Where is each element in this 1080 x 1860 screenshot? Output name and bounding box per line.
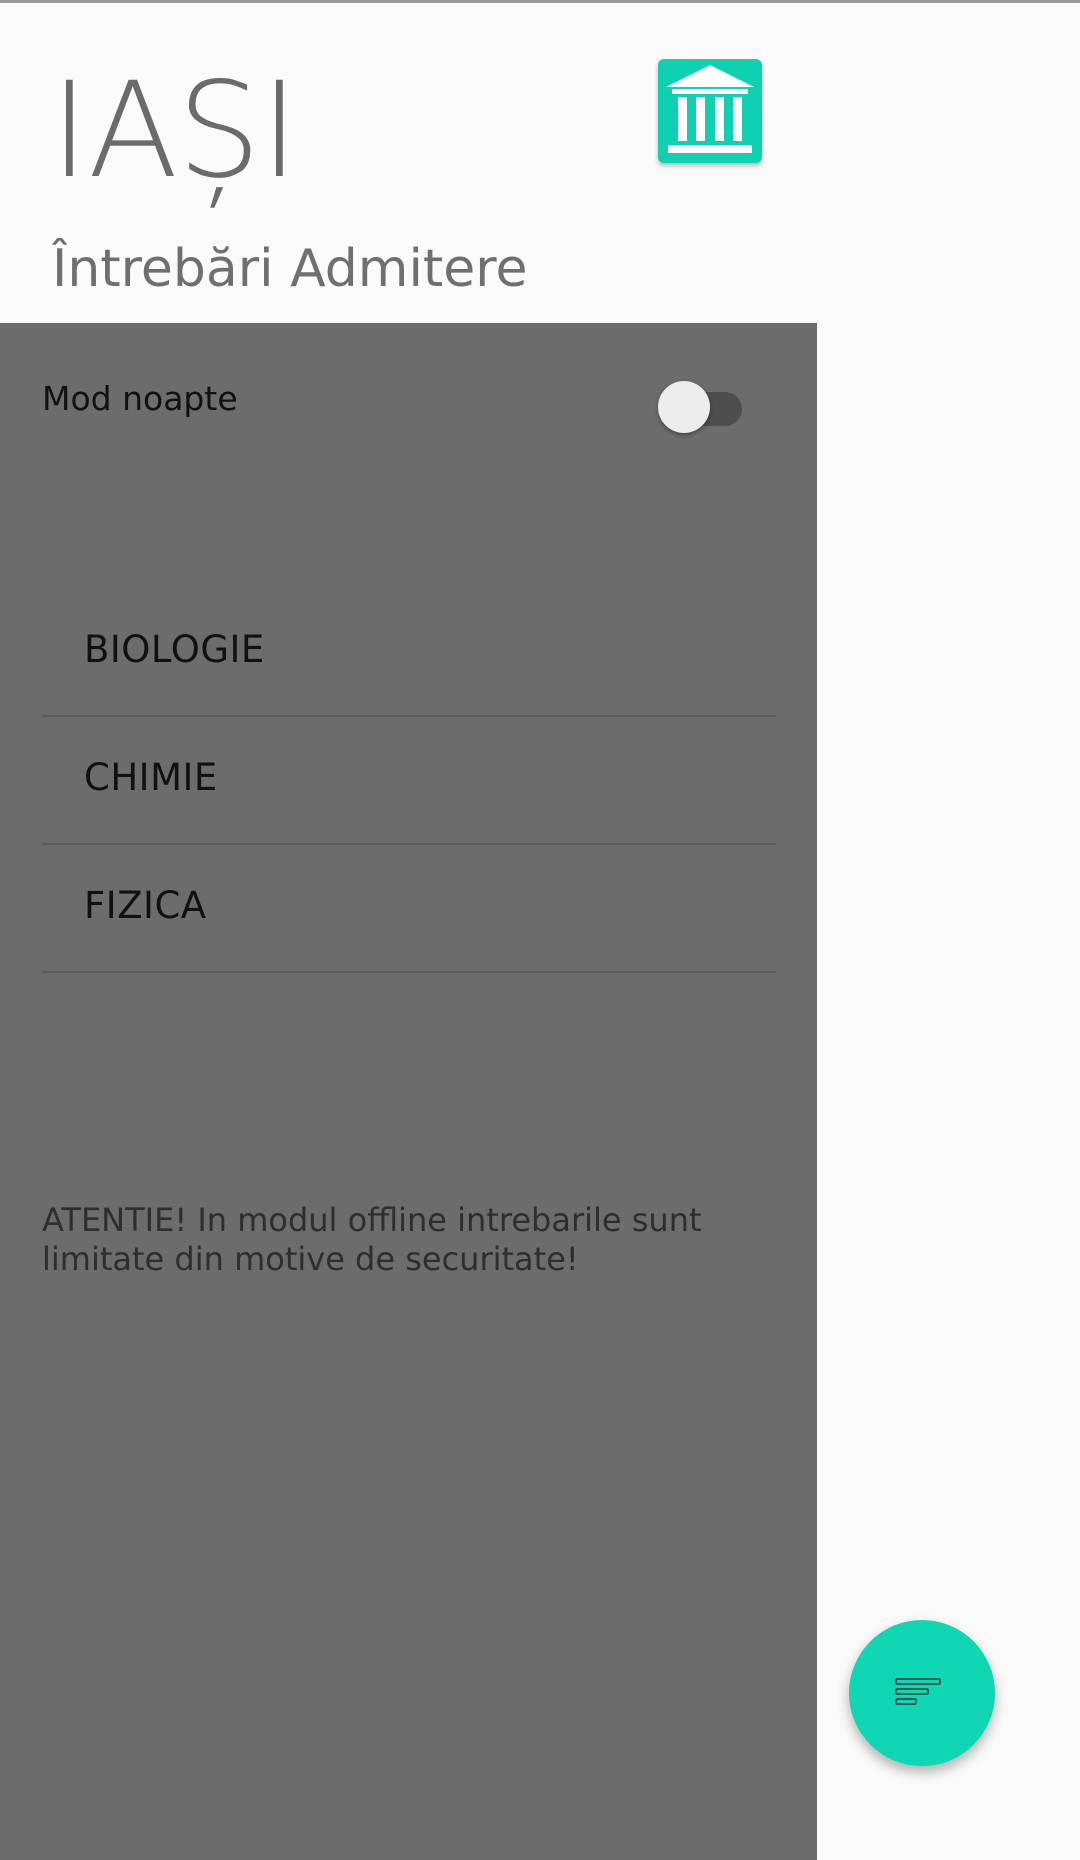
- university-building-icon: [658, 59, 762, 163]
- subject-label: FIZICA: [84, 884, 207, 927]
- app-header: IAȘI Întrebări Admitere: [0, 3, 1080, 323]
- subject-item-fizica[interactable]: FIZICA: [42, 845, 776, 973]
- night-mode-switch[interactable]: [658, 377, 746, 433]
- city-title: IAȘI: [50, 54, 299, 208]
- sort-fab-button[interactable]: [849, 1620, 995, 1766]
- navigation-drawer: Mod noapte BIOLOGIE CHIMIE FIZICA ATENTI…: [0, 323, 817, 1860]
- subject-list: BIOLOGIE CHIMIE FIZICA: [42, 589, 776, 973]
- night-mode-label: Mod noapte: [42, 379, 238, 418]
- subject-label: BIOLOGIE: [84, 628, 265, 671]
- app-subtitle: Întrebări Admitere: [52, 239, 528, 299]
- subject-item-chimie[interactable]: CHIMIE: [42, 717, 776, 845]
- subject-item-biologie[interactable]: BIOLOGIE: [42, 589, 776, 717]
- offline-warning: ATENTIE! In modul offline intrebarile su…: [42, 1201, 702, 1278]
- switch-thumb: [658, 381, 710, 433]
- subject-label: CHIMIE: [84, 756, 218, 799]
- sort-icon: [895, 1678, 941, 1705]
